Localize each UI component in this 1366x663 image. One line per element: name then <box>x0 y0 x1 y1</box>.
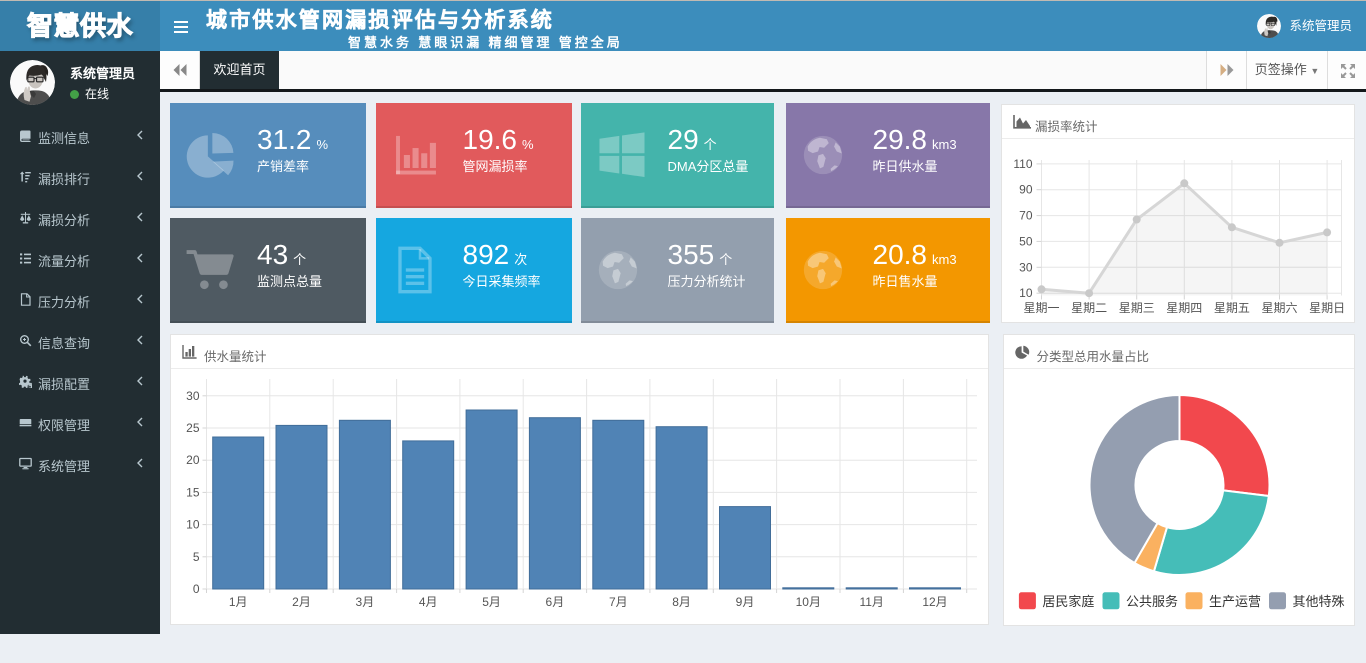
svg-text:70: 70 <box>1019 209 1033 223</box>
svg-text:星期五: 星期五 <box>1214 301 1250 315</box>
svg-text:10: 10 <box>1019 286 1033 300</box>
svg-text:12月: 12月 <box>922 595 947 609</box>
svg-text:4月: 4月 <box>419 595 438 609</box>
svg-text:30: 30 <box>186 389 200 403</box>
svg-text:11月: 11月 <box>859 595 883 609</box>
svg-text:星期二: 星期二 <box>1071 301 1107 315</box>
svg-text:5: 5 <box>193 550 200 564</box>
svg-text:其他特殊: 其他特殊 <box>1292 594 1344 609</box>
svg-text:7月: 7月 <box>609 595 628 609</box>
svg-text:10: 10 <box>186 518 200 532</box>
svg-text:110: 110 <box>1013 157 1032 171</box>
svg-text:6月: 6月 <box>546 595 565 609</box>
svg-text:公共服务: 公共服务 <box>1126 594 1178 609</box>
svg-text:星期日: 星期日 <box>1309 301 1345 315</box>
svg-text:15: 15 <box>186 485 200 499</box>
svg-text:星期六: 星期六 <box>1261 301 1297 315</box>
svg-text:居民家庭: 居民家庭 <box>1042 594 1094 609</box>
svg-text:3月: 3月 <box>356 595 375 609</box>
svg-text:25: 25 <box>186 421 200 435</box>
svg-text:星期四: 星期四 <box>1166 301 1202 315</box>
svg-text:8月: 8月 <box>672 595 691 609</box>
svg-text:10月: 10月 <box>796 595 821 609</box>
svg-text:星期三: 星期三 <box>1119 301 1155 315</box>
svg-text:1月: 1月 <box>229 595 248 609</box>
svg-text:90: 90 <box>1019 183 1033 197</box>
svg-text:2月: 2月 <box>292 595 311 609</box>
svg-text:9月: 9月 <box>736 595 755 609</box>
svg-text:20: 20 <box>186 453 200 467</box>
svg-text:50: 50 <box>1019 234 1033 248</box>
svg-text:生产运营: 生产运营 <box>1209 594 1261 609</box>
svg-text:0: 0 <box>193 582 200 596</box>
svg-text:5月: 5月 <box>482 595 501 609</box>
svg-text:星期一: 星期一 <box>1023 301 1059 315</box>
svg-text:30: 30 <box>1019 260 1033 274</box>
